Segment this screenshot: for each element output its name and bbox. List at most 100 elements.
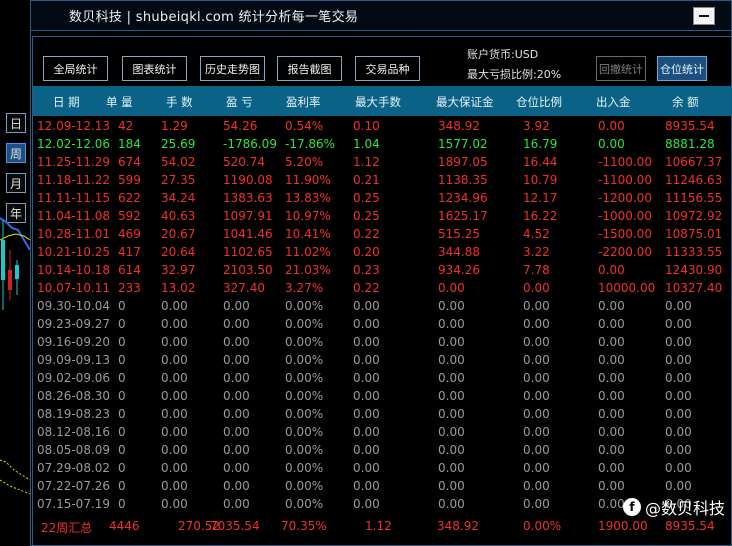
table-cell: 0.00 <box>598 353 625 367</box>
table-row[interactable]: 07.22-07.26 0 0.00 0.00 0.00% 0.00 0.00 0.00 0.0… <box>33 477 732 495</box>
column-header[interactable]: 盈 亏 <box>226 94 253 110</box>
table-cell: 0.00 <box>353 497 380 511</box>
withdraw-stats-button[interactable]: 回撤统计 <box>596 56 646 81</box>
table-cell: 34.24 <box>161 191 196 205</box>
table-row[interactable]: 09.09-09.13 0 0.00 0.00 0.00% 0.00 0.00 0.00 0.0… <box>33 351 732 369</box>
table-cell: 10.21-10.25 <box>37 245 111 259</box>
position-stats-button[interactable]: 仓位统计 <box>657 56 707 81</box>
minimize-button[interactable] <box>693 7 715 25</box>
table-cell: 0.00 <box>223 389 250 403</box>
table-row[interactable]: 08.12-08.16 0 0.00 0.00 0.00% 0.00 0.00 0.00 0.0… <box>33 423 732 441</box>
table-cell: 4.52 <box>523 227 550 241</box>
table-cell: 0.00 <box>438 317 465 331</box>
table-cell: 184 <box>118 137 141 151</box>
table-cell: 3.92 <box>523 119 550 133</box>
table-cell: 12.09-12.13 <box>37 119 111 133</box>
table-cell: 1097.91 <box>223 209 273 223</box>
column-header[interactable]: 最大保证金 <box>436 94 494 110</box>
table-cell: -1100.00 <box>598 155 652 169</box>
table-cell: 0 <box>118 371 126 385</box>
column-header[interactable]: 单 量 <box>106 94 133 110</box>
table-row[interactable]: 11.25-11.29 674 54.02 520.74 5.20% 1.12 1897.0… <box>33 153 732 171</box>
table-row[interactable]: 09.02-09.06 0 0.00 0.00 0.00% 0.00 0.00 0.00 0.0… <box>33 369 732 387</box>
table-cell: 0 <box>118 335 126 349</box>
table-cell: 0.00 <box>523 443 550 457</box>
summary-cell: 348.92 <box>437 519 479 533</box>
table-cell: 0 <box>118 479 126 493</box>
table-row[interactable]: 09.23-09.27 0 0.00 0.00 0.00% 0.00 0.00 0.00 0.0… <box>33 315 732 333</box>
table-row[interactable]: 10.21-10.25 417 20.64 1102.65 11.02% 0.20 344.… <box>33 243 732 261</box>
table-cell: 0.00 <box>223 299 250 313</box>
trading-symbols-button[interactable]: 交易品种 <box>355 56 420 81</box>
table-cell: 0 <box>118 497 126 511</box>
table-cell: 0.00 <box>665 371 692 385</box>
column-header[interactable]: 手 数 <box>166 94 193 110</box>
table-cell: 0.00 <box>438 425 465 439</box>
table-cell: 327.40 <box>223 281 265 295</box>
table-cell: 11.18-11.22 <box>37 173 111 187</box>
table-row[interactable]: 10.14-10.18 614 32.97 2103.50 21.03% 0.23 934.… <box>33 261 732 279</box>
table-row[interactable]: 08.05-08.09 0 0.00 0.00 0.00% 0.00 0.00 0.00 0.0… <box>33 441 732 459</box>
table-cell: -1100.00 <box>598 173 652 187</box>
watermark: f @数贝科技 <box>622 495 725 519</box>
table-row[interactable]: 09.16-09.20 0 0.00 0.00 0.00% 0.00 0.00 0.00 0.0… <box>33 333 732 351</box>
table-cell: 0 <box>118 425 126 439</box>
summary-cell: 8935.54 <box>665 519 715 533</box>
tab-week[interactable]: 周 <box>6 143 26 163</box>
summary-cell: 70.35% <box>281 519 327 533</box>
global-stats-button[interactable]: 全局统计 <box>43 56 108 81</box>
table-cell: 0.00 <box>523 281 550 295</box>
column-header[interactable]: 余 额 <box>672 94 699 110</box>
table-cell: 0.00 <box>523 371 550 385</box>
table-cell: 592 <box>118 209 141 223</box>
account-currency: 账户货币:USD <box>467 48 539 61</box>
table-cell: 0.00 <box>665 335 692 349</box>
table-cell: -17.86% <box>285 137 336 151</box>
table-row[interactable]: 09.30-10.04 0 0.00 0.00 0.00% 0.00 0.00 0.00 0.0… <box>33 297 732 315</box>
table-cell: 0.00 <box>665 425 692 439</box>
table-row[interactable]: 10.07-10.11 233 13.02 327.40 3.27% 0.22 0.00 0.… <box>33 279 732 297</box>
summary-label: 22周汇总 <box>41 521 93 535</box>
table-row[interactable]: 12.09-12.13 42 1.29 54.26 0.54% 0.10 348.92 3.9… <box>33 117 732 135</box>
column-header[interactable]: 仓位比例 <box>516 94 562 110</box>
table-cell: -1200.00 <box>598 191 652 205</box>
table-cell: 0.00 <box>438 353 465 367</box>
chart-stats-button[interactable]: 图表统计 <box>122 56 187 81</box>
summary-row: 22周汇总 4446 270.52 7035.54 70.35% 1.12 348.92 0.… <box>33 517 732 537</box>
summary-cell: 4446 <box>109 519 140 533</box>
table-cell: 0.00% <box>285 299 324 313</box>
table-cell: 1383.63 <box>223 191 273 205</box>
table-cell: 1897.05 <box>438 155 488 169</box>
table-cell: 0.00 <box>438 371 465 385</box>
table-cell: 16.22 <box>523 209 558 223</box>
table-cell: 09.02-09.06 <box>37 371 111 385</box>
column-header[interactable]: 盈利率 <box>286 94 321 110</box>
history-trend-button[interactable]: 历史走势图 <box>200 56 265 81</box>
tab-day[interactable]: 日 <box>6 113 26 133</box>
tab-month[interactable]: 月 <box>6 173 26 193</box>
table-cell: 10000.00 <box>598 281 656 295</box>
column-header[interactable]: 日 期 <box>53 94 80 110</box>
table-row[interactable]: 11.18-11.22 599 27.35 1190.08 11.90% 0.21 1138… <box>33 171 732 189</box>
column-header[interactable]: 最大手数 <box>355 94 401 110</box>
table-header: 日 期 单 量 手 数 盈 亏 盈利率 最大手数 最大保证金 仓位比例 出入金 余 额 <box>33 86 732 116</box>
table-row[interactable]: 08.26-08.30 0 0.00 0.00 0.00% 0.00 0.00 0.00 0.0… <box>33 387 732 405</box>
table-row[interactable]: 08.19-08.23 0 0.00 0.00 0.00% 0.00 0.00 0.00 0.0… <box>33 405 732 423</box>
background-candle-chart <box>0 217 30 495</box>
summary-cell: 7035.54 <box>210 519 260 533</box>
table-cell: 8935.54 <box>665 119 715 133</box>
table-row[interactable]: 10.28-11.01 469 20.67 1041.46 10.41% 0.22 515.… <box>33 225 732 243</box>
column-header[interactable]: 出入金 <box>596 94 631 110</box>
table-cell: 0 <box>118 461 126 475</box>
table-row[interactable]: 12.02-12.06 184 25.69 -1786.09 -17.86% 1.04 15… <box>33 135 732 153</box>
table-row[interactable]: 11.04-11.08 592 40.63 1097.91 10.97% 0.25 1625… <box>33 207 732 225</box>
report-screenshot-button[interactable]: 报告截图 <box>277 56 342 81</box>
table-cell: 40.63 <box>161 209 196 223</box>
table-cell: 2103.50 <box>223 263 273 277</box>
table-cell: 674 <box>118 155 141 169</box>
table-cell: 0.00 <box>598 119 625 133</box>
table-row[interactable]: 11.11-11.15 622 34.24 1383.63 13.83% 0.25 1234… <box>33 189 732 207</box>
table-cell: 0.00 <box>523 299 550 313</box>
table-row[interactable]: 07.29-08.02 0 0.00 0.00 0.00% 0.00 0.00 0.00 0.0… <box>33 459 732 477</box>
table-cell: 0.00 <box>665 461 692 475</box>
